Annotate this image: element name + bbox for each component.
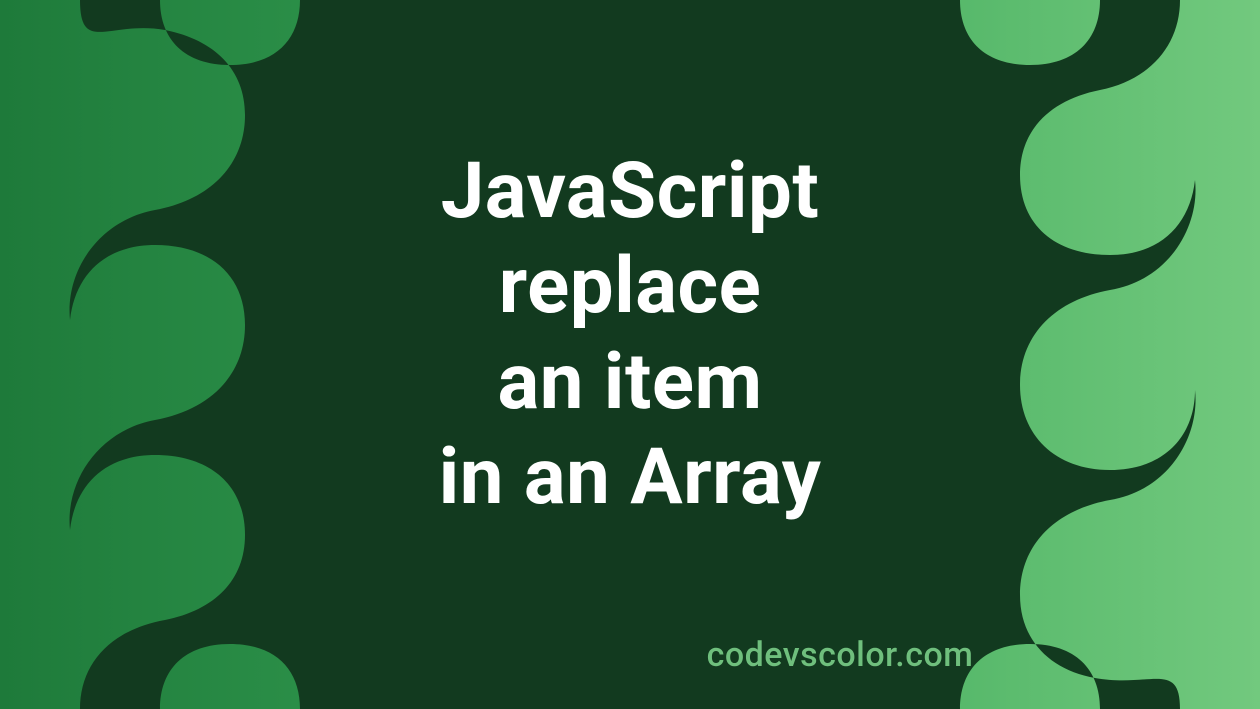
- title-line-2: replace: [439, 239, 822, 334]
- credit-text: codevscolor.com: [0, 635, 1260, 675]
- title-line-4: in an Array: [439, 430, 822, 525]
- main-title: JavaScript replace an item in an Array: [439, 144, 822, 525]
- title-container: JavaScript replace an item in an Array: [0, 0, 1260, 709]
- title-line-3: an item: [439, 335, 822, 430]
- title-line-1: JavaScript: [439, 144, 822, 239]
